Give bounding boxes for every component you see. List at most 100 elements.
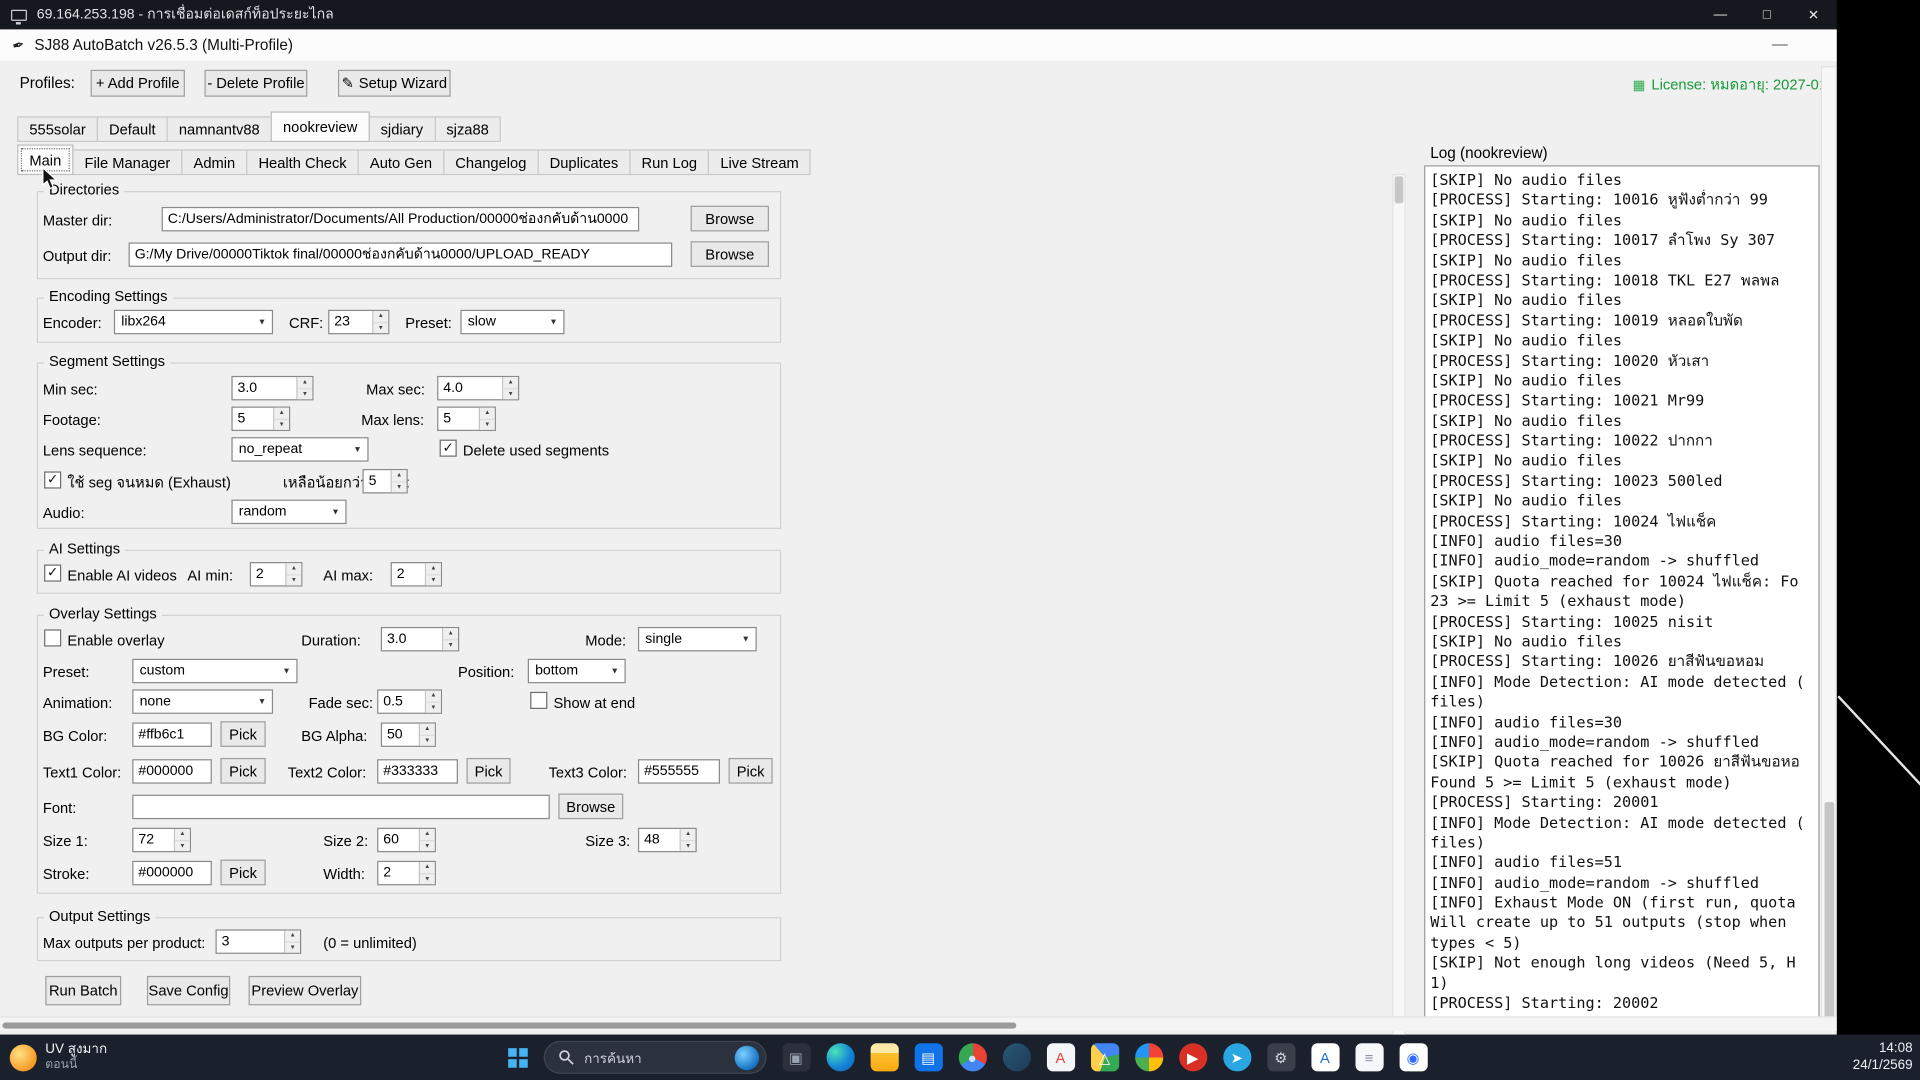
content-scrollbar[interactable]	[1392, 173, 1406, 1035]
tab-live-stream[interactable]: Live Stream	[708, 149, 811, 176]
spin-down-icon[interactable]: ▼	[285, 941, 301, 953]
store-icon[interactable]: ▤	[906, 1037, 950, 1077]
spin-down-icon[interactable]: ▼	[274, 418, 289, 430]
clock[interactable]: 14:08 24/1/2569	[1853, 1041, 1913, 1074]
duration-spinner[interactable]: 3.0 ▲ ▼	[380, 626, 460, 652]
text2-color-input[interactable]: #333333	[377, 759, 458, 784]
app-minimize-button[interactable]: —	[1772, 34, 1788, 52]
spin-up-icon[interactable]: ▲	[426, 690, 441, 702]
bg-color-input[interactable]: #ffb6c1	[132, 722, 212, 747]
spin-up-icon[interactable]: ▲	[503, 377, 518, 388]
spin-up-icon[interactable]: ▲	[480, 407, 495, 419]
chevron-down-icon[interactable]: ▼	[736, 628, 756, 650]
log-panel[interactable]: [SKIP] No audio files [PROCESS] Starting:…	[1424, 165, 1820, 1023]
position-select[interactable]: bottom ▼	[527, 658, 626, 684]
spin-up-icon[interactable]: ▲	[286, 563, 302, 574]
preset-select[interactable]: slow ▼	[460, 309, 565, 335]
photos-icon[interactable]	[1127, 1037, 1171, 1077]
size1-spinner[interactable]: 72 ▲ ▼	[132, 827, 192, 853]
start-button[interactable]	[497, 1037, 539, 1077]
add-profile-button[interactable]: + Add Profile	[90, 69, 185, 97]
search-highlight-icon[interactable]	[734, 1045, 760, 1070]
search-box[interactable]: การค้นหา	[543, 1040, 767, 1074]
spin-down-icon[interactable]: ▼	[420, 839, 435, 852]
spin-down-icon[interactable]: ▼	[175, 839, 190, 852]
delete-used-checkbox[interactable]	[439, 439, 457, 457]
run-batch-button[interactable]: Run Batch	[45, 975, 122, 1006]
bg-alpha-spinner[interactable]: 50 ▲ ▼	[380, 722, 436, 747]
bg-color-pick-button[interactable]: Pick	[220, 721, 266, 747]
spin-down-icon[interactable]: ▼	[443, 638, 458, 651]
spin-up-icon[interactable]: ▲	[426, 563, 441, 574]
tab-admin[interactable]: Admin	[181, 149, 248, 176]
crf-spinner[interactable]: 23 ▲ ▼	[328, 309, 390, 335]
delete-profile-button[interactable]: - Delete Profile	[204, 69, 308, 97]
horizontal-scrollbar-thumb[interactable]	[2, 1022, 1017, 1029]
text3-color-input[interactable]: #555555	[637, 759, 721, 784]
tab-changelog[interactable]: Changelog	[443, 149, 539, 176]
output-browse-button[interactable]: Browse	[690, 241, 769, 267]
spin-up-icon[interactable]: ▲	[175, 828, 190, 840]
profile-tab-sjza88[interactable]: sjza88	[434, 116, 502, 143]
horizontal-scrollbar[interactable]	[0, 1016, 1837, 1032]
lens-sequence-select[interactable]: no_repeat ▼	[231, 437, 369, 462]
chevron-down-icon[interactable]: ▼	[326, 501, 346, 523]
edge-icon[interactable]	[818, 1037, 862, 1077]
profile-tab-namnantv88[interactable]: namnantv88	[166, 116, 272, 143]
spin-up-icon[interactable]: ▲	[297, 377, 313, 388]
file-explorer-icon[interactable]	[862, 1037, 906, 1077]
rdp-titlebar[interactable]: 69.164.253.198 - การเชื่อมต่อเดสก์ท็อประ…	[0, 0, 1837, 30]
min-sec-spinner[interactable]: 3.0 ▲ ▼	[231, 375, 314, 401]
show-at-end-checkbox[interactable]	[530, 691, 548, 709]
mode-select[interactable]: single ▼	[637, 626, 757, 652]
weather-widget[interactable]: UV สูงมาก ตอนนี้	[9, 1037, 107, 1077]
maximize-button[interactable]: □	[1744, 0, 1791, 29]
minimize-button[interactable]: —	[1697, 0, 1744, 29]
content-scrollbar-thumb[interactable]	[1394, 176, 1404, 204]
notepad-icon[interactable]: ≡	[1347, 1037, 1391, 1077]
preview-overlay-button[interactable]: Preview Overlay	[248, 975, 362, 1006]
spin-up-icon[interactable]: ▲	[373, 311, 389, 322]
encoder-select[interactable]: libx264 ▼	[113, 309, 274, 335]
log-scrollbar[interactable]	[1820, 66, 1837, 1032]
spin-up-icon[interactable]: ▲	[420, 828, 435, 840]
chevron-down-icon[interactable]: ▼	[605, 660, 625, 682]
steam-icon[interactable]	[994, 1037, 1038, 1077]
spin-down-icon[interactable]: ▼	[503, 387, 518, 400]
text3-pick-button[interactable]: Pick	[728, 757, 773, 784]
text1-color-input[interactable]: #000000	[132, 759, 212, 784]
profile-tab-sjdiary[interactable]: sjdiary	[368, 116, 436, 143]
save-config-button[interactable]: Save Config	[146, 975, 231, 1006]
stroke-pick-button[interactable]: Pick	[220, 859, 266, 886]
size2-spinner[interactable]: 60 ▲ ▼	[377, 827, 436, 853]
ai-min-spinner[interactable]: 2 ▲ ▼	[249, 562, 303, 587]
master-browse-button[interactable]: Browse	[690, 205, 769, 232]
ai-max-spinner[interactable]: 2 ▲ ▼	[390, 562, 443, 587]
chevron-down-icon[interactable]: ▼	[544, 311, 564, 333]
text2-pick-button[interactable]: Pick	[466, 757, 511, 784]
spin-down-icon[interactable]: ▼	[297, 387, 313, 400]
chevron-down-icon[interactable]: ▼	[277, 660, 297, 682]
enable-overlay-checkbox[interactable]	[44, 629, 62, 647]
font-input[interactable]	[132, 794, 550, 820]
tab-file-manager[interactable]: File Manager	[72, 149, 183, 176]
size3-spinner[interactable]: 48 ▲ ▼	[637, 827, 697, 853]
tab-duplicates[interactable]: Duplicates	[537, 149, 631, 176]
spin-down-icon[interactable]: ▼	[480, 418, 495, 430]
audio-select[interactable]: random ▼	[231, 499, 347, 525]
chrome-icon[interactable]: ●	[950, 1037, 994, 1077]
chevron-down-icon[interactable]: ▼	[348, 438, 368, 460]
drive-icon[interactable]: △	[1082, 1037, 1126, 1077]
spin-down-icon[interactable]: ▼	[420, 734, 435, 746]
spin-down-icon[interactable]: ▼	[286, 573, 302, 586]
tab-run-log[interactable]: Run Log	[629, 149, 710, 176]
max-sec-spinner[interactable]: 4.0 ▲ ▼	[437, 375, 520, 401]
max-lens-spinner[interactable]: 5 ▲ ▼	[437, 406, 496, 432]
spin-up-icon[interactable]: ▲	[680, 828, 696, 840]
spin-up-icon[interactable]: ▲	[391, 470, 407, 481]
fade-sec-spinner[interactable]: 0.5 ▲ ▼	[377, 689, 443, 714]
close-button[interactable]: ✕	[1790, 0, 1837, 29]
log-scrollbar-thumb[interactable]	[1824, 802, 1835, 1023]
spin-up-icon[interactable]: ▲	[443, 628, 458, 639]
output-dir-input[interactable]: G:/My Drive/00000Tiktok final/00000ช่องก…	[128, 242, 673, 267]
